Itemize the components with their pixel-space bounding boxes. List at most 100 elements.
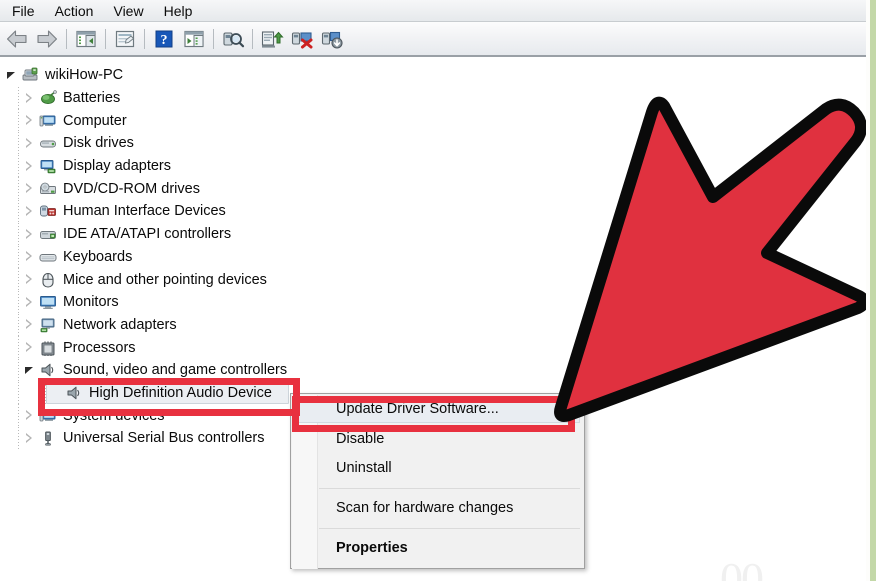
tree-item-label: Human Interface Devices xyxy=(63,203,226,220)
menu-view[interactable]: View xyxy=(107,1,157,21)
tree-item-mice-and-other-pointing-devices[interactable]: Mice and other pointing devices xyxy=(0,268,866,291)
tree-connector-line xyxy=(18,336,19,359)
tree-item-label: System devices xyxy=(63,407,165,424)
help-icon[interactable]: ? xyxy=(149,24,179,54)
watermark: 00 xyxy=(720,553,764,581)
tree-connector-line xyxy=(18,427,19,450)
tree-connector-line xyxy=(18,154,19,178)
tree-connector-line xyxy=(18,86,19,110)
tree-item-dvd-cd-rom-drives[interactable]: DVD/CD-ROM drives xyxy=(0,177,866,201)
ctx-item-label: Uninstall xyxy=(336,460,392,476)
computer-icon xyxy=(39,113,57,129)
twisty-collapsed-icon[interactable] xyxy=(24,318,37,331)
toolbar-separator xyxy=(252,28,253,49)
ctx-properties[interactable]: Properties xyxy=(291,534,584,563)
tree-connector-line xyxy=(18,290,19,314)
ide-controller-icon xyxy=(39,226,57,242)
tree-item-label: Sound, video and game controllers xyxy=(63,362,288,379)
twisty-collapsed-icon[interactable] xyxy=(24,228,37,241)
back-arrow-icon[interactable] xyxy=(2,24,32,54)
tree-item-processors[interactable]: Processors xyxy=(0,336,866,359)
svg-text:?: ? xyxy=(161,33,168,48)
tree-item-computer[interactable]: Computer xyxy=(0,109,866,133)
scan-hardware-changes-icon[interactable] xyxy=(218,24,248,54)
twisty-collapsed-icon[interactable] xyxy=(24,160,37,173)
twisty-collapsed-icon[interactable] xyxy=(24,137,37,150)
twisty-expanded-icon[interactable] xyxy=(24,364,37,377)
disable-device-icon[interactable] xyxy=(287,24,317,54)
uninstall-device-icon[interactable] xyxy=(317,24,347,54)
tree-connector-line xyxy=(18,313,19,337)
tree-item-sound-video-and-game-controllers[interactable]: Sound, video and game controllers xyxy=(0,358,866,382)
page-edge xyxy=(870,0,876,581)
toolbar-separator xyxy=(105,28,106,49)
monitor-icon xyxy=(39,294,57,310)
ctx-uninstall[interactable]: Uninstall xyxy=(291,454,584,483)
tree-item-display-adapters[interactable]: Display adapters xyxy=(0,154,866,178)
tree-connector-line xyxy=(18,245,19,269)
tree-item-label: Universal Serial Bus controllers xyxy=(63,430,265,447)
tree-item-ide-ata-atapi-controllers[interactable]: IDE ATA/ATAPI controllers xyxy=(0,222,866,246)
tree-item-batteries[interactable]: Batteries xyxy=(0,86,866,110)
hid-icon xyxy=(39,203,57,219)
tree-item-monitors[interactable]: Monitors xyxy=(0,290,866,314)
tree-item-label: DVD/CD-ROM drives xyxy=(63,180,200,197)
forward-arrow-icon[interactable] xyxy=(32,24,62,54)
tree-connector-line xyxy=(18,358,19,382)
twisty-collapsed-icon[interactable] xyxy=(24,205,37,218)
keyboard-icon xyxy=(39,249,57,265)
twisty-collapsed-icon[interactable] xyxy=(24,182,37,195)
ctx-item-label: Disable xyxy=(336,431,385,447)
tree-item-label: IDE ATA/ATAPI controllers xyxy=(63,226,232,243)
twisty-collapsed-icon[interactable] xyxy=(24,92,37,105)
menu-action[interactable]: Action xyxy=(49,1,108,21)
context-menu-separator xyxy=(319,488,580,489)
dvd-drive-icon xyxy=(39,181,57,197)
tree-connector-line xyxy=(18,268,19,291)
twisty-collapsed-icon[interactable] xyxy=(24,114,37,127)
tree-item-label: Processors xyxy=(63,339,136,356)
menu-help[interactable]: Help xyxy=(158,1,207,21)
ctx-disable[interactable]: Disable xyxy=(291,425,584,454)
ctx-update-driver-software[interactable]: Update Driver Software... xyxy=(291,394,584,425)
ctx-item-label: Scan for hardware changes xyxy=(336,500,514,516)
context-menu-separator xyxy=(319,528,580,529)
processor-icon xyxy=(39,340,57,357)
tree-item-label: Monitors xyxy=(63,294,119,311)
toolbar: ? xyxy=(0,22,866,57)
ctx-scan-for-hardware-changes[interactable]: Scan for hardware changes xyxy=(291,494,584,523)
display-adapter-icon xyxy=(39,158,57,174)
toolbar-separator xyxy=(66,28,67,49)
twisty-collapsed-icon[interactable] xyxy=(24,409,37,422)
update-driver-icon[interactable] xyxy=(257,24,287,54)
tree-item-label: Keyboards xyxy=(63,248,133,265)
show-hide-action-pane-icon[interactable] xyxy=(179,24,209,54)
tree-connector-line xyxy=(18,177,19,201)
tree-item-disk-drives[interactable]: Disk drives xyxy=(0,132,866,155)
usb-controller-icon xyxy=(39,430,57,446)
show-hide-console-tree-icon[interactable] xyxy=(71,24,101,54)
tree-item-label: Display adapters xyxy=(63,158,171,175)
tree-item-label: Batteries xyxy=(63,90,121,107)
tree-item-human-interface-devices[interactable]: Human Interface Devices xyxy=(0,200,866,223)
twisty-collapsed-icon[interactable] xyxy=(24,250,37,263)
tree-item-label: wikiHow-PC xyxy=(45,67,124,84)
twisty-expanded-icon[interactable] xyxy=(6,69,19,82)
tree-connector-line xyxy=(18,200,19,223)
tree-item-label: High Definition Audio Device xyxy=(89,384,272,401)
tree-item-network-adapters[interactable]: Network adapters xyxy=(0,313,866,337)
sound-device-icon xyxy=(39,362,57,378)
twisty-collapsed-icon[interactable] xyxy=(24,341,37,354)
ctx-item-label: Update Driver Software... xyxy=(336,401,499,417)
twisty-collapsed-icon[interactable] xyxy=(24,273,37,286)
context-menu[interactable]: Update Driver Software... Disable Uninst… xyxy=(290,393,585,569)
tree-item-root[interactable]: wikiHow-PC xyxy=(0,64,866,87)
sound-device-icon xyxy=(65,385,83,401)
twisty-collapsed-icon[interactable] xyxy=(24,432,37,445)
tree-item-label: Network adapters xyxy=(63,316,177,333)
properties-icon[interactable] xyxy=(110,24,140,54)
tree-item-keyboards[interactable]: Keyboards xyxy=(0,245,866,269)
menu-file[interactable]: File xyxy=(6,1,49,21)
ctx-item-label: Properties xyxy=(336,540,408,556)
twisty-collapsed-icon[interactable] xyxy=(24,296,37,309)
